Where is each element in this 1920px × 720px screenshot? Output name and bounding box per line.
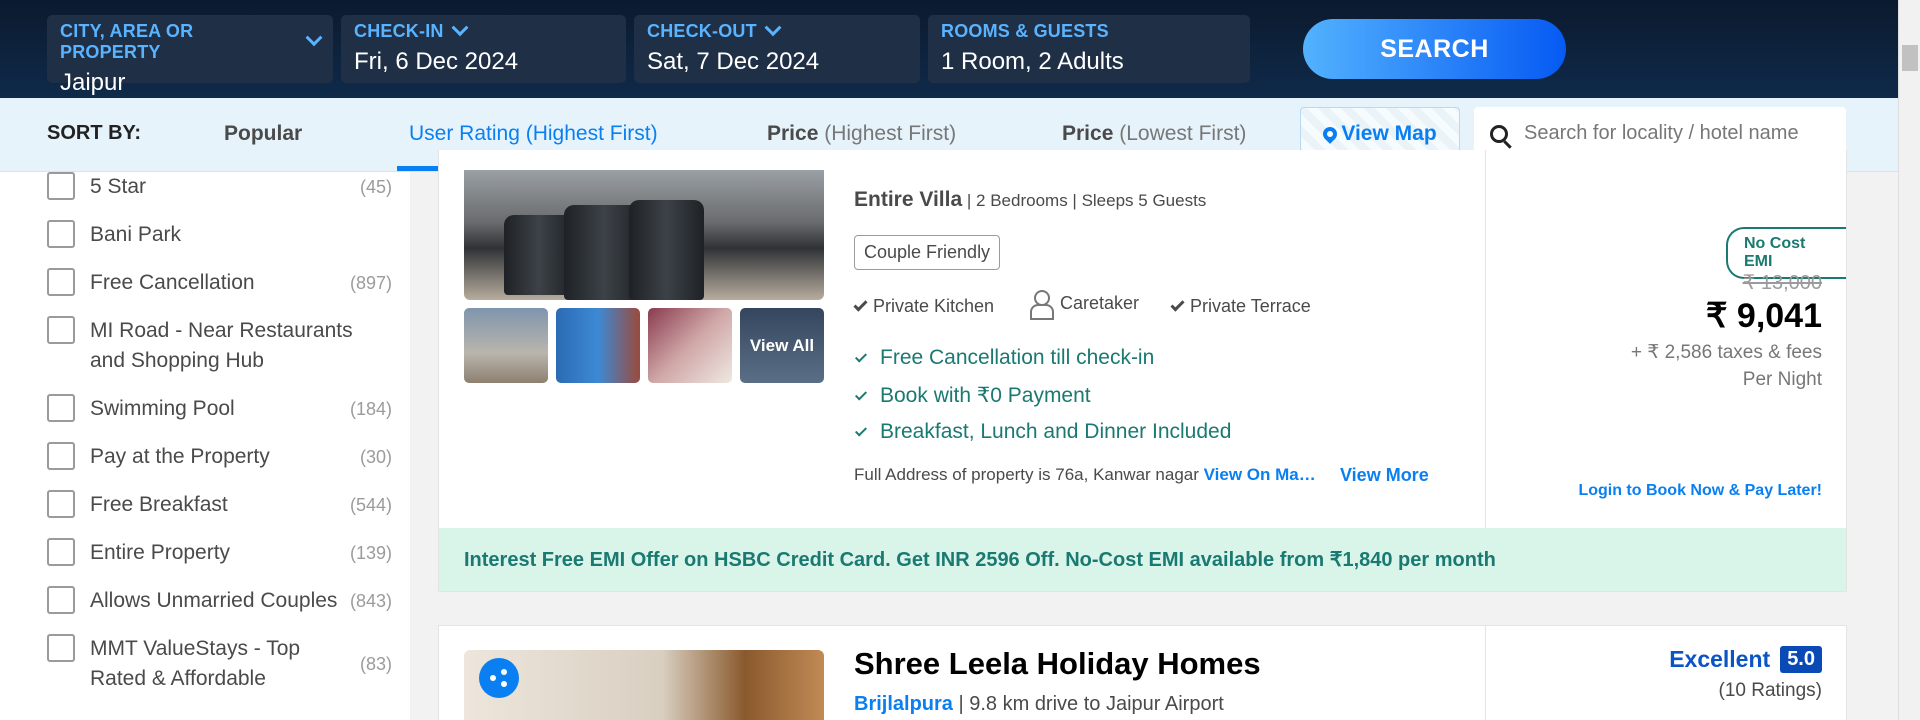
page-scrollbar[interactable] (1898, 0, 1920, 720)
filter-checkbox[interactable] (47, 586, 75, 614)
sort-user-rating[interactable]: User Rating (Highest First) (409, 122, 658, 146)
check-icon (854, 387, 868, 401)
filter-checkbox[interactable] (47, 634, 75, 662)
checkin-label: CHECK-IN (354, 21, 444, 41)
rating-score: 5.0 (1780, 646, 1822, 673)
filter-item[interactable]: MI Road - Near Restaurants and Shopping … (47, 316, 392, 376)
card-divider (1485, 626, 1486, 720)
filter-checkbox[interactable] (47, 172, 75, 200)
chevron-down-icon (451, 18, 469, 36)
filter-item[interactable]: MMT ValueStays - Top Rated & Affordable … (47, 634, 392, 694)
view-map-label: View Map (1341, 121, 1437, 145)
card-divider (1485, 150, 1486, 528)
filter-checkbox[interactable] (47, 442, 75, 470)
caretaker-icon (1029, 290, 1054, 320)
checkout-label: CHECK-OUT (647, 21, 757, 41)
filter-checkbox[interactable] (47, 394, 75, 422)
original-price: ₹ 13,000 (1742, 272, 1822, 294)
property-thumbnail[interactable] (556, 308, 640, 383)
view-on-map-link[interactable]: View On Ma… (1204, 465, 1316, 484)
filter-item[interactable]: Free Breakfast (544) (47, 490, 392, 520)
sort-title: SORT BY: (47, 122, 142, 144)
filter-item[interactable]: Swimming Pool (184) (47, 394, 392, 424)
filter-item[interactable]: Free Cancellation (897) (47, 268, 392, 298)
search-icon (1490, 124, 1508, 143)
login-to-book-link[interactable]: Login to Book Now & Pay Later! (1578, 482, 1822, 500)
checkout-value: Sat, 7 Dec 2024 (647, 48, 820, 75)
filter-item[interactable]: Entire Property (139) (47, 538, 392, 568)
amenity-item: Private Terrace (1170, 296, 1311, 317)
filter-item[interactable]: Pay at the Property (30) (47, 442, 392, 472)
check-icon (854, 424, 868, 437)
filter-item[interactable]: Allows Unmarried Couples (843) (47, 586, 392, 616)
sort-popular[interactable]: Popular (224, 122, 302, 146)
rooms-value: 1 Room, 2 Adults (941, 48, 1124, 75)
locality-search-input[interactable] (1524, 122, 1824, 145)
perk-item: Book with ₹0 Payment (854, 383, 1091, 408)
filter-checkbox[interactable] (47, 268, 75, 296)
city-label: CITY, AREA OR PROPERTY (60, 21, 194, 62)
amenity-item: Private Kitchen (853, 296, 994, 317)
search-button[interactable]: SEARCH (1303, 19, 1566, 79)
emi-offer-banner: Interest Free EMI Offer on HSBC Credit C… (439, 528, 1846, 591)
property-thumbnail[interactable] (464, 308, 548, 383)
property-card[interactable]: Shree Leela Holiday Homes Brijlalpura | … (438, 625, 1847, 720)
filter-item[interactable]: Bani Park (47, 220, 392, 250)
hotel-location: Brijlalpura | 9.8 km drive to Jaipur Air… (854, 693, 1224, 715)
couple-friendly-tag: Couple Friendly (854, 235, 1001, 270)
perk-item: Breakfast, Lunch and Dinner Included (854, 420, 1231, 444)
view-more-link[interactable]: View More (1340, 465, 1429, 486)
checkin-value: Fri, 6 Dec 2024 (354, 48, 519, 75)
city-value: Jaipur (60, 69, 126, 96)
property-type: Entire Villa | 2 Bedrooms | Sleeps 5 Gue… (854, 188, 1207, 211)
check-icon (1170, 297, 1185, 312)
filter-checkbox[interactable] (47, 316, 75, 344)
share-icon[interactable] (479, 658, 519, 698)
rating-count: (10 Ratings) (1718, 680, 1823, 701)
perk-item: Free Cancellation till check-in (854, 346, 1154, 370)
property-main-image[interactable] (464, 650, 824, 720)
filter-sidebar: 5 Star (45) Bani Park Free Cancellation … (0, 172, 410, 720)
filter-checkbox[interactable] (47, 538, 75, 566)
amenity-item: Caretaker (1029, 290, 1139, 320)
property-card[interactable]: View All Entire Villa | 2 Bedrooms | Sle… (438, 150, 1847, 592)
filter-item[interactable]: 5 Star (45) (47, 172, 392, 202)
rating-badge: Excellent 5.0 (1669, 646, 1822, 673)
rooms-guests-field[interactable]: ROOMS & GUESTS 1 Room, 2 Adults (928, 15, 1250, 83)
rating-text: Excellent (1669, 646, 1771, 672)
sort-price-low[interactable]: Price (Lowest First) (1062, 122, 1246, 146)
per-night-label: Per Night (1742, 369, 1822, 390)
property-address: Full Address of property is 76a, Kanwar … (854, 465, 1316, 484)
chevron-down-icon (305, 29, 323, 47)
rooms-label: ROOMS & GUESTS (941, 21, 1109, 41)
map-pin-icon (1320, 123, 1341, 144)
city-field[interactable]: CITY, AREA OR PROPERTY Jaipur (47, 15, 333, 96)
search-header: CITY, AREA OR PROPERTY Jaipur CHECK-IN F… (0, 0, 1898, 98)
taxes-fees: + ₹ 2,586 taxes & fees (1630, 342, 1822, 363)
checkin-field[interactable]: CHECK-IN Fri, 6 Dec 2024 (341, 15, 626, 83)
discounted-price: ₹ 9,041 (1705, 297, 1822, 335)
check-icon (854, 350, 868, 363)
property-thumbnail[interactable] (648, 308, 732, 383)
filter-checkbox[interactable] (47, 490, 75, 518)
locality-link[interactable]: Brijlalpura (854, 693, 953, 715)
filter-checkbox[interactable] (47, 220, 75, 248)
sort-price-high[interactable]: Price (Highest First) (767, 122, 956, 146)
property-main-image[interactable] (464, 170, 824, 300)
view-all-photos-button[interactable]: View All (740, 308, 824, 383)
check-icon (853, 297, 868, 312)
checkout-field[interactable]: CHECK-OUT Sat, 7 Dec 2024 (634, 15, 920, 83)
hotel-name[interactable]: Shree Leela Holiday Homes (854, 646, 1261, 682)
scrollbar-thumb[interactable] (1902, 45, 1918, 71)
chevron-down-icon (764, 18, 782, 36)
